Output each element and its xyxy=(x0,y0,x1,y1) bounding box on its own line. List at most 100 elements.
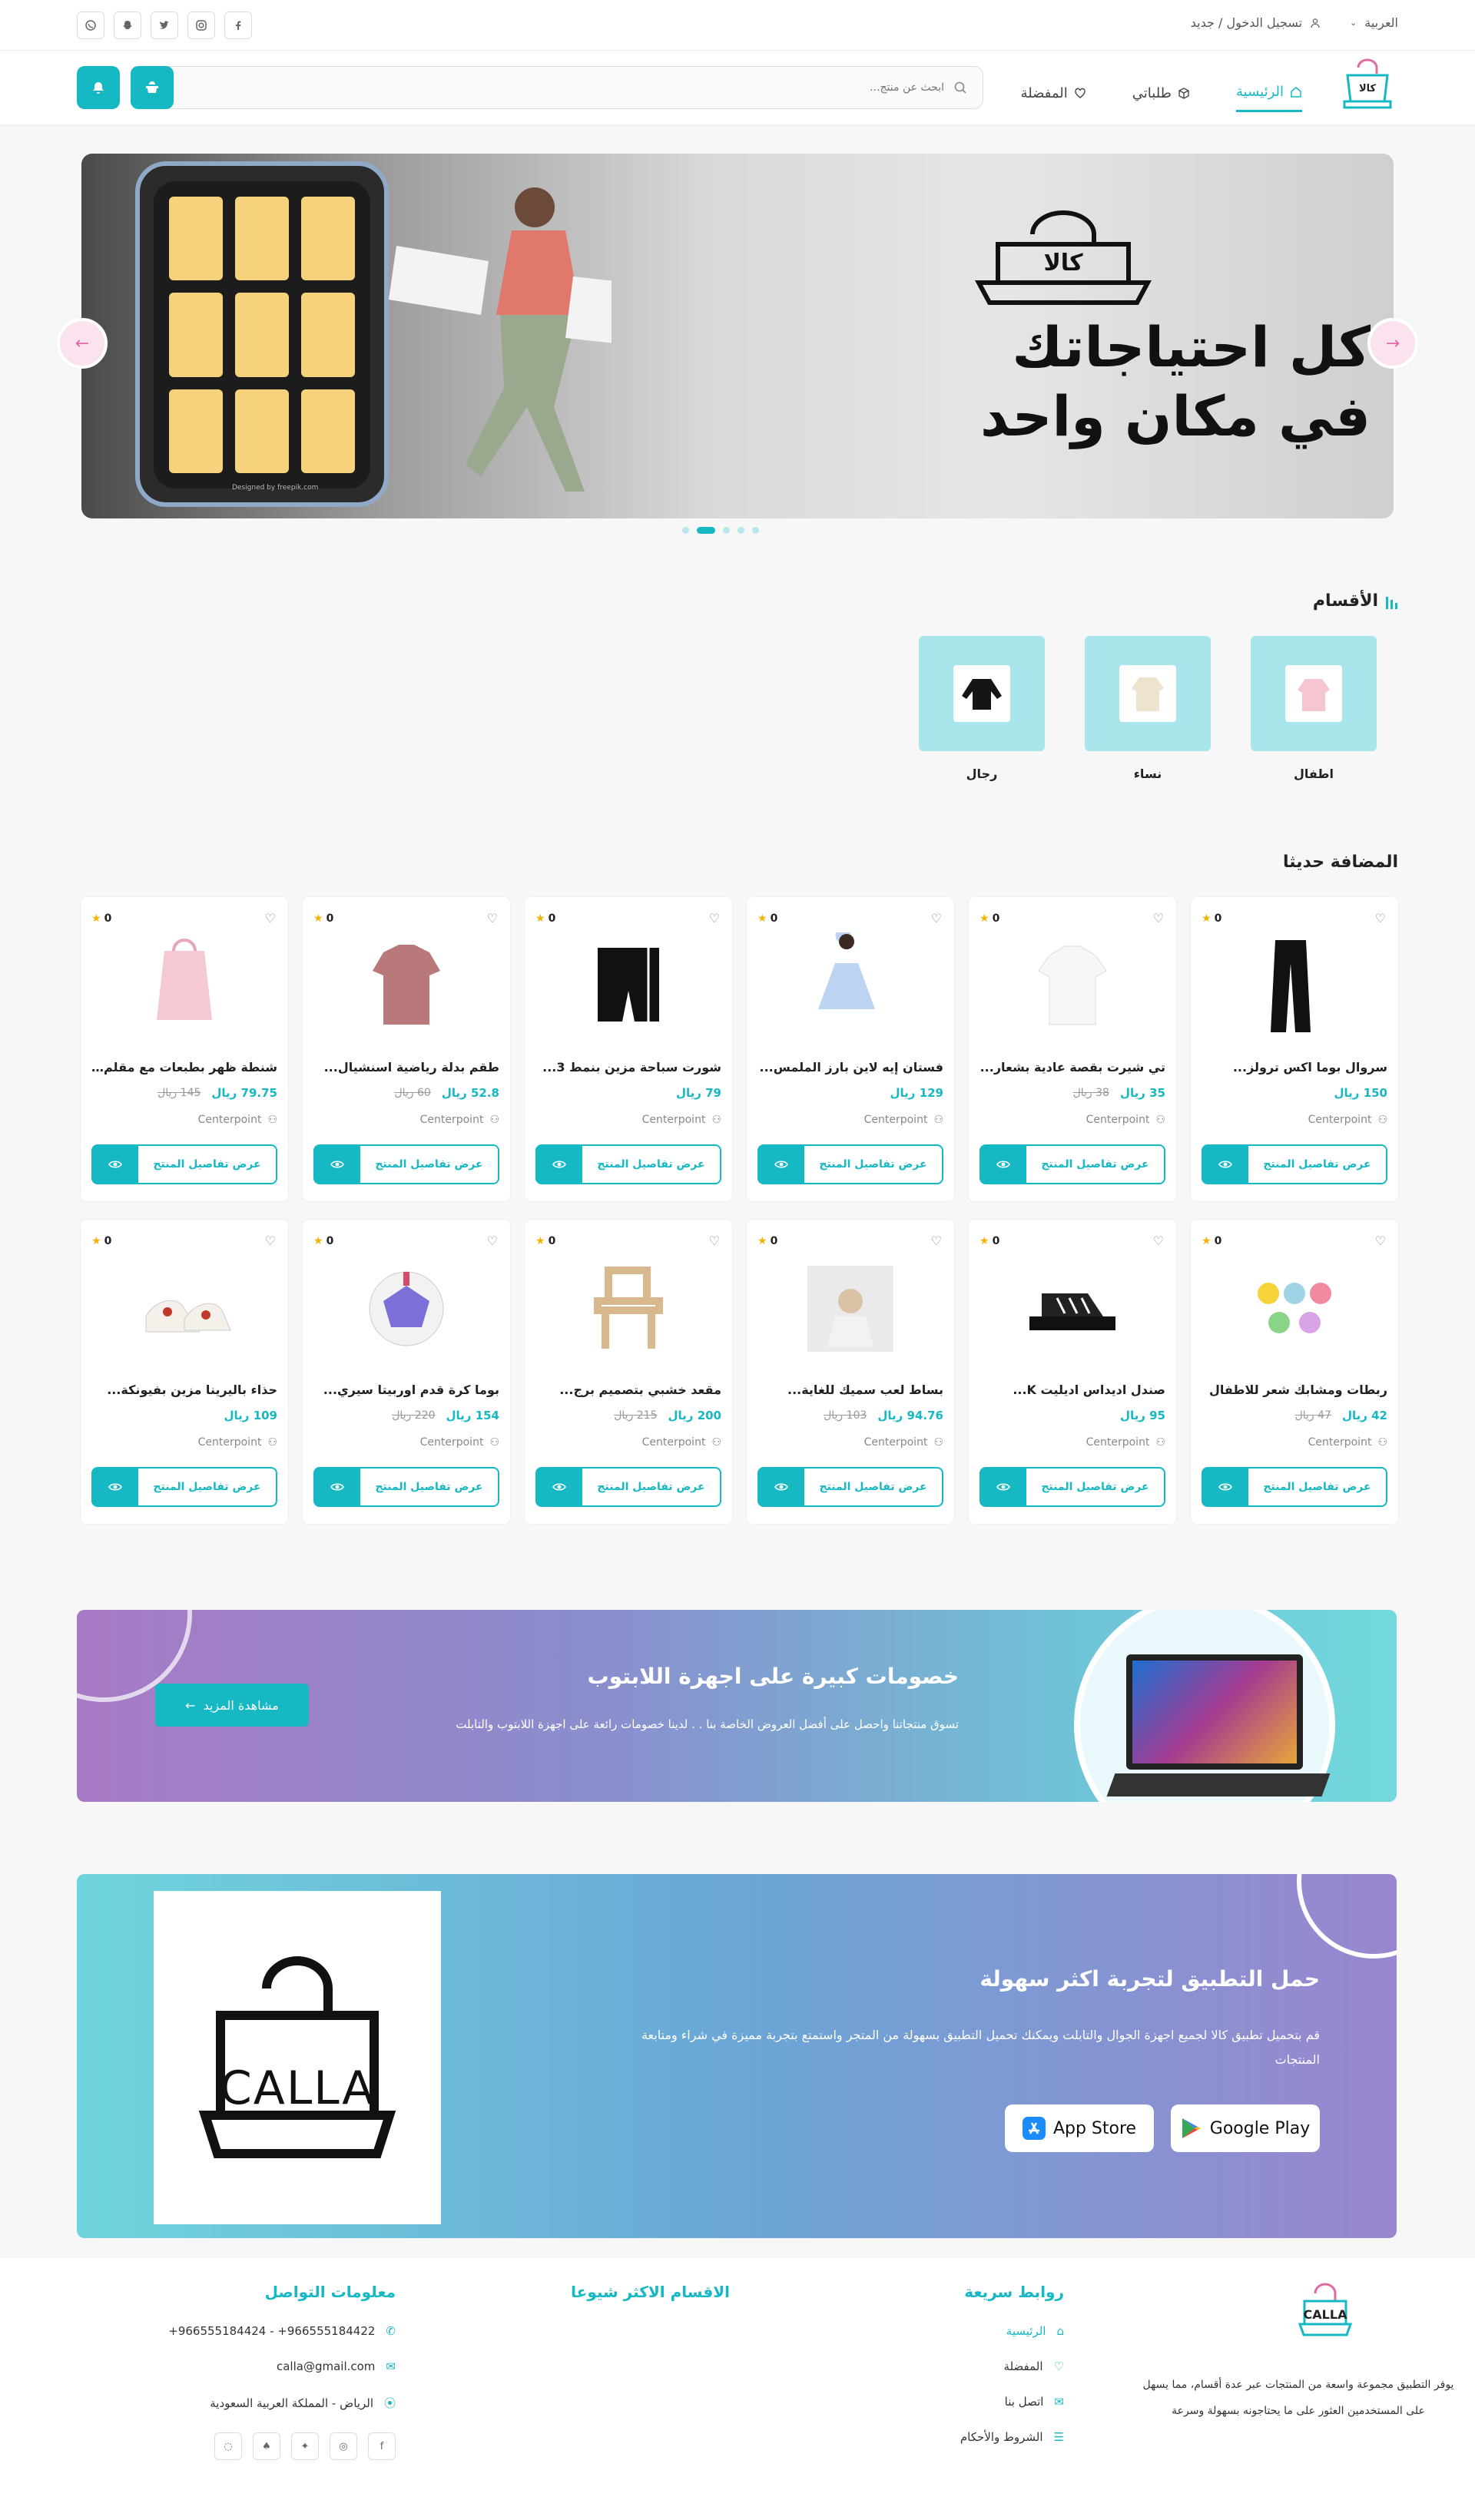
product-card[interactable]: ★ 0 ♡ مقعد خشبي بتصميم برج... 200 ريال 215 ري… xyxy=(525,1220,732,1524)
favorite-heart-icon[interactable]: ♡ xyxy=(931,1234,942,1248)
favorite-heart-icon[interactable]: ♡ xyxy=(487,911,498,926)
product-name[interactable]: صندل اديداس اديليت K... xyxy=(979,1383,1165,1397)
product-name[interactable]: طقم بدلة رياضية اسنشيال... xyxy=(313,1060,499,1075)
product-name[interactable]: بساط لعب سميك للغاية... xyxy=(757,1383,943,1397)
login-link[interactable]: تسجيل الدخول / جديد xyxy=(1191,15,1321,30)
favorite-heart-icon[interactable]: ♡ xyxy=(709,1234,720,1248)
nav-favorites[interactable]: المفضلة xyxy=(1021,74,1086,112)
facebook-icon[interactable]: f xyxy=(368,2432,396,2460)
footer-phone[interactable]: ✆ 966555184422+ - 966555184424+ xyxy=(165,2324,396,2338)
app-store-button[interactable]: App Store xyxy=(1005,2104,1154,2152)
product-image[interactable] xyxy=(575,1255,682,1363)
product-name[interactable]: شنطة ظهر بطبعات مع مقلم... xyxy=(91,1060,277,1075)
view-product-button[interactable]: عرض تفاصيل المنتج xyxy=(1202,1467,1387,1507)
facebook-icon[interactable] xyxy=(224,12,252,39)
hero-banner[interactable]: Designed by freepik.com كالا كل احتياجات… xyxy=(81,154,1394,518)
view-product-button[interactable]: عرض تفاصيل المنتج xyxy=(535,1467,721,1507)
footer-email[interactable]: ✉ calla@gmail.com xyxy=(165,2359,396,2373)
favorite-heart-icon[interactable]: ♡ xyxy=(931,911,942,926)
footer-link-contact[interactable]: ✉ اتصل بنا xyxy=(872,2395,1064,2409)
product-card[interactable]: ★ 0 ♡ شنطة ظهر بطبعات مع مقلم... 79.75 ريال 1… xyxy=(81,897,288,1201)
product-name[interactable]: تي شيرت بقصة عادية بشعار... xyxy=(979,1060,1165,1075)
product-image[interactable] xyxy=(131,1255,238,1363)
product-image[interactable] xyxy=(1019,932,1126,1040)
brand-logo[interactable]: كالا xyxy=(1337,58,1398,112)
favorite-heart-icon[interactable]: ♡ xyxy=(1153,1234,1164,1248)
product-image[interactable] xyxy=(575,932,682,1040)
favorite-heart-icon[interactable]: ♡ xyxy=(1153,911,1164,926)
product-name[interactable]: سروال بوما اكس ترولز... xyxy=(1202,1060,1387,1075)
product-name[interactable]: شورت سباحة مزين بنمط 3... xyxy=(535,1060,721,1075)
product-name[interactable]: فستان إيه لاين بارز الملمس... xyxy=(757,1060,943,1075)
product-image[interactable] xyxy=(1241,1255,1348,1363)
carousel-next-button[interactable]: → xyxy=(1367,318,1418,369)
snapchat-icon[interactable]: ♠ xyxy=(253,2432,280,2460)
view-product-button[interactable]: عرض تفاصيل المنتج xyxy=(91,1144,277,1184)
view-product-button[interactable]: عرض تفاصيل المنتج xyxy=(535,1144,721,1184)
carousel-dot[interactable] xyxy=(738,527,744,534)
product-card[interactable]: ★ 0 ♡ طقم بدلة رياضية اسنشيال... 52.8 ريال 60… xyxy=(303,897,510,1201)
product-image[interactable] xyxy=(1019,1255,1126,1363)
view-product-button[interactable]: عرض تفاصيل المنتج xyxy=(757,1144,943,1184)
language-switcher[interactable]: العربية ⌄ xyxy=(1350,15,1398,30)
category-kids[interactable]: اطفال xyxy=(1251,636,1377,781)
view-product-button[interactable]: عرض تفاصيل المنتج xyxy=(91,1467,277,1507)
carousel-dot[interactable] xyxy=(682,527,689,534)
carousel-prev-button[interactable]: ← xyxy=(57,318,108,369)
product-name[interactable]: مقعد خشبي بتصميم برج... xyxy=(535,1383,721,1397)
snapchat-icon[interactable] xyxy=(114,12,141,39)
notifications-button[interactable] xyxy=(77,66,120,109)
favorite-heart-icon[interactable]: ♡ xyxy=(487,1234,498,1248)
product-card[interactable]: ★ 0 ♡ شورت سباحة مزين بنمط 3... 79 ريال ⚇ Cent… xyxy=(525,897,732,1201)
product-card[interactable]: ★ 0 ♡ صندل اديداس اديليت K... 95 ريال ⚇ Center… xyxy=(969,1220,1176,1524)
view-product-button[interactable]: عرض تفاصيل المنتج xyxy=(1202,1144,1387,1184)
product-image[interactable] xyxy=(1241,932,1348,1040)
product-image[interactable] xyxy=(353,932,460,1040)
twitter-icon[interactable]: ✦ xyxy=(291,2432,319,2460)
view-product-button[interactable]: عرض تفاصيل المنتج xyxy=(979,1467,1165,1507)
twitter-icon[interactable] xyxy=(151,12,178,39)
product-card[interactable]: ★ 0 ♡ بوما كرة قدم اوربيتا سيري... 154 ريال 2… xyxy=(303,1220,510,1524)
view-product-button[interactable]: عرض تفاصيل المنتج xyxy=(313,1467,499,1507)
whatsapp-icon[interactable]: ◌ xyxy=(214,2432,242,2460)
favorite-heart-icon[interactable]: ♡ xyxy=(709,911,720,926)
instagram-icon[interactable] xyxy=(187,12,215,39)
view-product-button[interactable]: عرض تفاصيل المنتج xyxy=(979,1144,1165,1184)
carousel-dot[interactable] xyxy=(752,527,759,534)
footer-link-home[interactable]: ⌂ الرئيسية xyxy=(872,2324,1064,2338)
category-women[interactable]: نساء xyxy=(1085,636,1211,781)
favorite-heart-icon[interactable]: ♡ xyxy=(1375,911,1386,926)
product-card[interactable]: ★ 0 ♡ فستان إيه لاين بارز الملمس... 129 ريال… xyxy=(747,897,954,1201)
footer-link-terms[interactable]: ☰ الشروط والأحكام xyxy=(872,2430,1064,2444)
favorite-heart-icon[interactable]: ♡ xyxy=(1375,1234,1386,1248)
whatsapp-icon[interactable] xyxy=(77,12,104,39)
product-image[interactable] xyxy=(797,1255,904,1363)
bars-icon xyxy=(1386,594,1398,609)
footer-link-favorites[interactable]: ♡ المفضلة xyxy=(872,2359,1064,2373)
product-name[interactable]: بوما كرة قدم اوربيتا سيري... xyxy=(313,1383,499,1397)
nav-orders[interactable]: طلباتي xyxy=(1132,74,1190,112)
carousel-dot-active[interactable] xyxy=(697,527,715,534)
search-input[interactable] xyxy=(170,81,944,94)
product-card[interactable]: ★ 0 ♡ حذاء باليرينا مزين بفيونكة... 109 ريال… xyxy=(81,1220,288,1524)
favorite-heart-icon[interactable]: ♡ xyxy=(265,911,276,926)
product-card[interactable]: ★ 0 ♡ تي شيرت بقصة عادية بشعار... 35 ريال 38 … xyxy=(969,897,1176,1201)
view-product-button[interactable]: عرض تفاصيل المنتج xyxy=(757,1467,943,1507)
product-card[interactable]: ★ 0 ♡ بساط لعب سميك للغاية... 94.76 ريال 103 … xyxy=(747,1220,954,1524)
nav-home[interactable]: الرئيسية xyxy=(1236,74,1302,112)
category-men[interactable]: رجال xyxy=(919,636,1045,781)
product-name[interactable]: ربطات ومشابك شعر للاطفال xyxy=(1202,1383,1387,1397)
google-play-button[interactable]: Google Play xyxy=(1171,2104,1320,2152)
carousel-dot[interactable] xyxy=(723,527,730,534)
product-image[interactable] xyxy=(131,932,238,1040)
product-name[interactable]: حذاء باليرينا مزين بفيونكة... xyxy=(91,1383,277,1397)
cart-button[interactable] xyxy=(131,66,174,109)
product-image[interactable] xyxy=(353,1255,460,1363)
product-card[interactable]: ★ 0 ♡ ربطات ومشابك شعر للاطفال 42 ريال 47 ريا… xyxy=(1191,1220,1398,1524)
view-product-button[interactable]: عرض تفاصيل المنتج xyxy=(313,1144,499,1184)
instagram-icon[interactable]: ◎ xyxy=(330,2432,357,2460)
product-image[interactable] xyxy=(797,932,904,1040)
promo-see-more-button[interactable]: مشاهدة المزيد ← xyxy=(155,1684,309,1727)
favorite-heart-icon[interactable]: ♡ xyxy=(265,1234,276,1248)
product-card[interactable]: ★ 0 ♡ سروال بوما اكس ترولز... 150 ريال ⚇ Cente… xyxy=(1191,897,1398,1201)
